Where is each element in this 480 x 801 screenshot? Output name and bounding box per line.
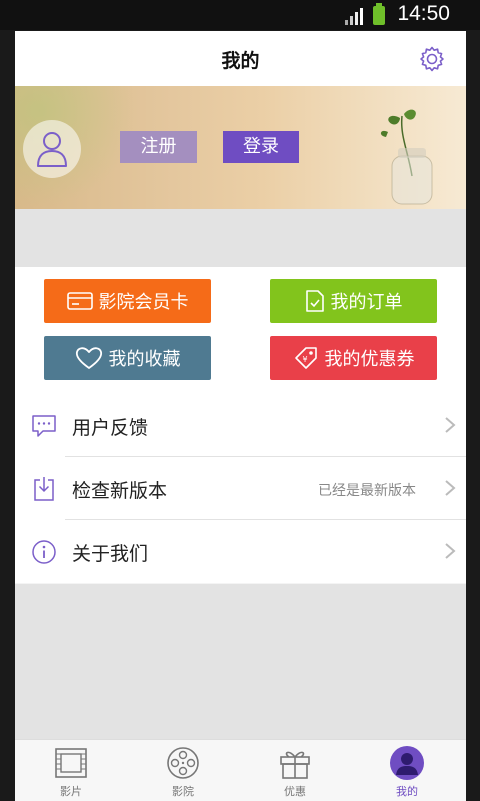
order-icon (305, 290, 324, 312)
user-icon (390, 746, 424, 780)
menu-item-about[interactable]: 关于我们 (15, 520, 466, 583)
gift-icon (280, 751, 310, 779)
header: 我的 (15, 31, 466, 86)
menu-item-check-update[interactable]: 检查新版本 已经是最新版本 (15, 457, 466, 520)
bottom-tab-bar: 影片 影院 优惠 我的 (15, 739, 466, 801)
film-icon (55, 748, 87, 778)
my-orders-label: 我的订单 (330, 292, 403, 313)
download-icon (34, 477, 54, 501)
my-favorites-label: 我的收藏 (108, 349, 181, 370)
my-coupons-button[interactable]: ¥ 我的优惠券 (270, 336, 437, 380)
gear-icon[interactable] (418, 45, 446, 73)
feedback-icon (32, 415, 56, 437)
film-reel-icon (167, 747, 199, 779)
tab-label: 优惠 (284, 785, 306, 798)
membership-card-button[interactable]: 影院会员卡 (44, 279, 211, 323)
menu-item-label: 关于我们 (72, 543, 149, 565)
tab-deals[interactable]: 优惠 (239, 740, 351, 801)
membership-card-label: 影院会员卡 (98, 292, 189, 313)
heart-icon (75, 347, 102, 369)
chevron-right-icon (445, 543, 456, 559)
signal-icon (345, 8, 363, 25)
register-button[interactable]: 注册 (120, 131, 197, 163)
avatar[interactable] (23, 120, 81, 178)
page-title: 我的 (221, 50, 260, 72)
tab-label: 影院 (172, 785, 194, 798)
quick-actions: 影院会员卡 我的订单 我的收藏 ¥ 我的优惠券 (15, 267, 466, 395)
chevron-right-icon (445, 480, 456, 496)
coupon-icon: ¥ (294, 347, 317, 369)
menu-item-label: 检查新版本 (72, 480, 168, 502)
empty-area (15, 584, 466, 739)
user-outline-icon (37, 132, 67, 167)
version-status: 已经是最新版本 (318, 483, 416, 499)
status-bar: 14:50 (0, 0, 480, 30)
menu-item-label: 用户反馈 (72, 417, 149, 439)
tab-label: 我的 (396, 785, 418, 798)
card-icon (66, 292, 93, 310)
app-screen: 我的 注册 登录 影院会员卡 我的订单 我的收藏 ¥ 我的优惠券 用户反馈 检查… (15, 31, 466, 801)
settings-menu: 用户反馈 检查新版本 已经是最新版本 关于我们 (15, 394, 466, 583)
my-coupons-label: 我的优惠券 (324, 349, 415, 370)
tab-mine[interactable]: 我的 (351, 740, 463, 801)
tab-label: 影片 (60, 785, 82, 798)
profile-banner: 注册 登录 (15, 86, 466, 209)
tab-cinemas[interactable]: 影院 (127, 740, 239, 801)
my-favorites-button[interactable]: 我的收藏 (44, 336, 211, 380)
my-orders-button[interactable]: 我的订单 (270, 279, 437, 323)
login-button[interactable]: 登录 (223, 131, 299, 163)
plant-jar-decoration (380, 109, 433, 205)
svg-text:¥: ¥ (302, 355, 307, 364)
tab-films[interactable]: 影片 (15, 740, 127, 801)
status-time: 14:50 (397, 2, 450, 25)
menu-item-feedback[interactable]: 用户反馈 (15, 394, 466, 457)
banner-spacer (15, 209, 466, 267)
chevron-right-icon (445, 417, 456, 433)
battery-icon (373, 3, 385, 25)
info-icon (32, 540, 56, 564)
